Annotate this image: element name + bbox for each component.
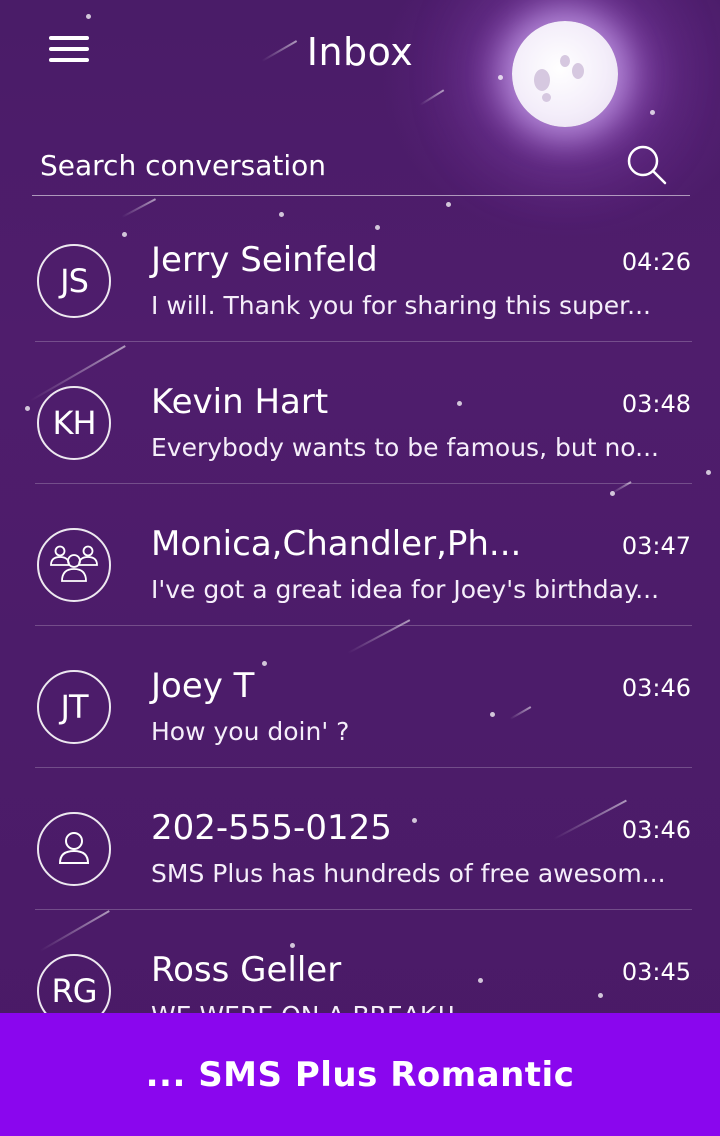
search-input[interactable] bbox=[40, 145, 600, 185]
avatar: JS bbox=[37, 244, 111, 318]
search-icon[interactable] bbox=[625, 143, 669, 187]
conversation-row[interactable]: JS Jerry Seinfeld 04:26 I will. Thank yo… bbox=[0, 200, 720, 342]
avatar: JT bbox=[37, 670, 111, 744]
avatar-initials: JS bbox=[60, 262, 89, 300]
message-time: 03:46 bbox=[621, 674, 691, 702]
conversation-row[interactable]: 202-555-0125 03:46 SMS Plus has hundreds… bbox=[0, 768, 720, 910]
promo-banner: ... SMS Plus Romantic bbox=[0, 1013, 720, 1136]
avatar-initials: RG bbox=[51, 972, 97, 1010]
contact-name: Monica,Chandler,Ph... bbox=[151, 524, 522, 564]
contact-name: Jerry Seinfeld bbox=[151, 240, 378, 280]
conversation-row[interactable]: RG Ross Geller 03:45 WE WERE ON A BREAK!… bbox=[0, 910, 720, 1016]
message-time: 03:47 bbox=[621, 532, 691, 560]
banner-text: ... SMS Plus Romantic bbox=[145, 1054, 575, 1095]
conversation-row[interactable]: JT Joey T 03:46 How you doin' ? bbox=[0, 626, 720, 768]
contact-name: Kevin Hart bbox=[151, 382, 329, 422]
conversation-row[interactable]: KH Kevin Hart 03:48 Everybody wants to b… bbox=[0, 342, 720, 484]
avatar-initials: KH bbox=[52, 404, 96, 442]
message-time: 04:26 bbox=[621, 248, 691, 276]
message-time: 03:46 bbox=[621, 816, 691, 844]
message-preview: I've got a great idea for Joey's birthda… bbox=[151, 575, 660, 604]
search-bar bbox=[32, 135, 690, 196]
message-preview: SMS Plus has hundreds of free awesom... bbox=[151, 859, 666, 888]
message-preview: I will. Thank you for sharing this super… bbox=[151, 291, 651, 320]
conversation-row[interactable]: Monica,Chandler,Ph... 03:47 I've got a g… bbox=[0, 484, 720, 626]
contact-name: 202-555-0125 bbox=[151, 808, 392, 848]
message-preview: How you doin' ? bbox=[151, 717, 350, 746]
message-time: 03:48 bbox=[621, 390, 691, 418]
contact-name: Ross Geller bbox=[151, 950, 342, 990]
avatar bbox=[37, 528, 111, 602]
avatar-initials: JT bbox=[60, 688, 89, 726]
avatar bbox=[37, 812, 111, 886]
avatar: RG bbox=[37, 954, 111, 1016]
page-title: Inbox bbox=[306, 30, 414, 74]
avatar: KH bbox=[37, 386, 111, 460]
message-preview: Everybody wants to be famous, but no... bbox=[151, 433, 659, 462]
person-icon bbox=[58, 832, 90, 864]
group-icon bbox=[50, 545, 98, 582]
message-time: 03:45 bbox=[621, 958, 691, 986]
conversation-list: JS Jerry Seinfeld 04:26 I will. Thank yo… bbox=[0, 200, 720, 1016]
app-header: Inbox bbox=[0, 0, 720, 110]
contact-name: Joey T bbox=[151, 666, 255, 706]
